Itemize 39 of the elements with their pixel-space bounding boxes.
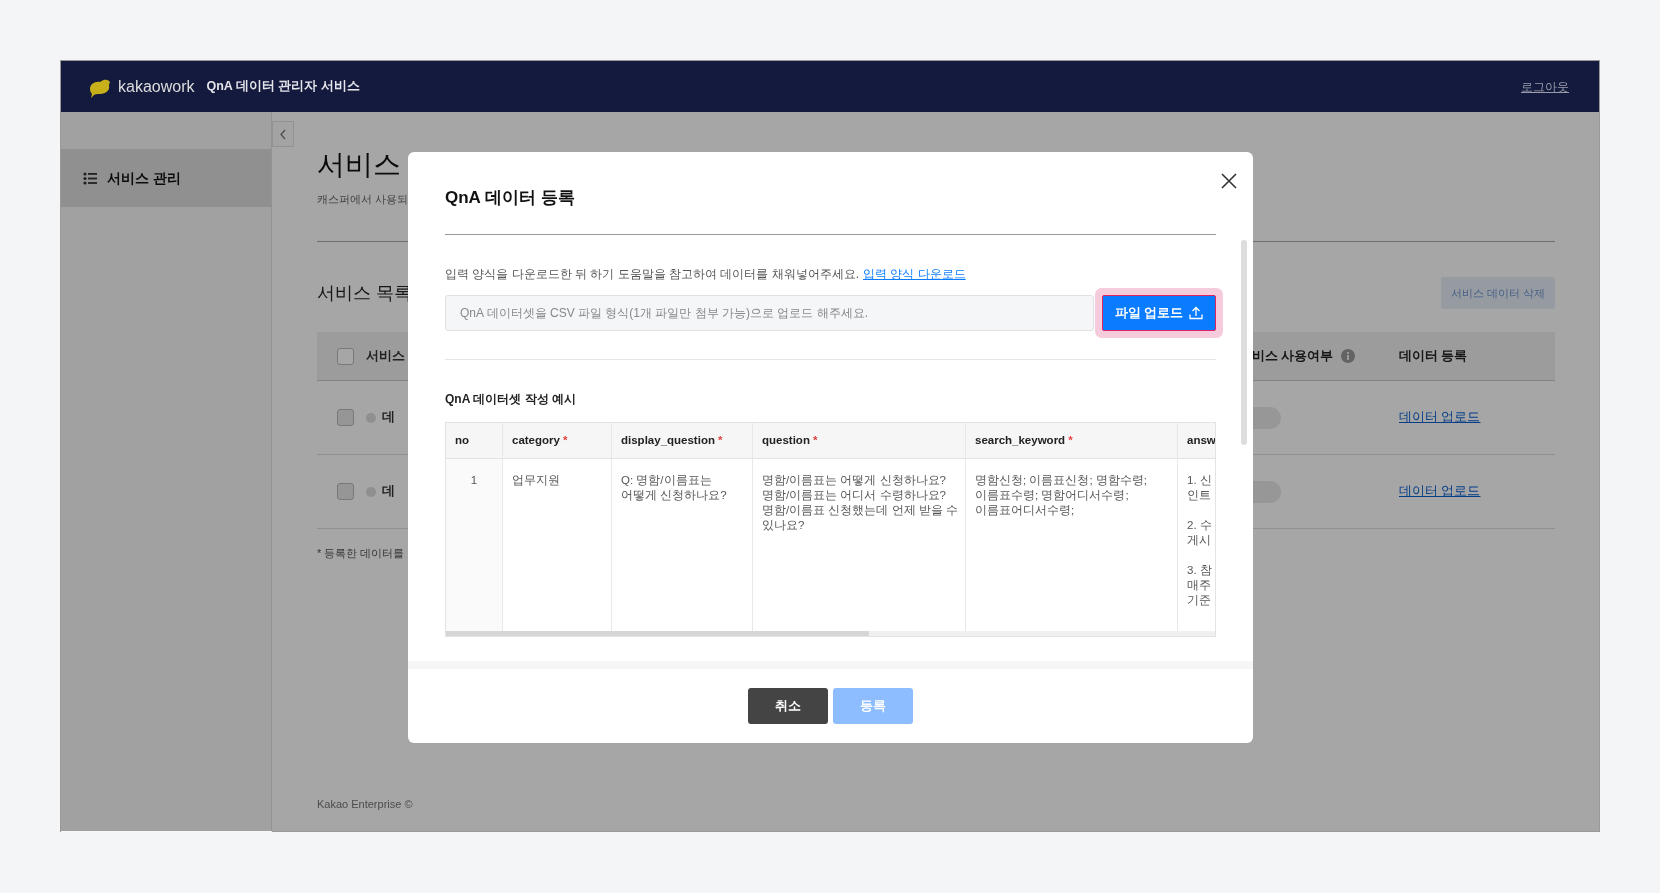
scrollbar[interactable]	[1241, 240, 1247, 445]
column-header: search_keyword *	[966, 423, 1178, 459]
cancel-button[interactable]: 취소	[748, 688, 828, 724]
column-header: 비스 사용여부	[1251, 347, 1334, 365]
checkbox[interactable]	[337, 483, 354, 501]
checkbox[interactable]	[337, 347, 354, 365]
checkbox[interactable]	[337, 409, 354, 427]
column-header: question *	[753, 423, 966, 459]
page-subtitle: 캐스퍼에서 사용되	[317, 192, 408, 207]
column-header: 데이터 등록	[1399, 348, 1468, 363]
file-field[interactable]: QnA 데이터셋을 CSV 파일 형식(1개 파일만 첨부 가능)으로 업로드 해주세요.	[445, 295, 1094, 331]
collapse-button[interactable]	[272, 121, 294, 147]
section-title: QnA 데이터셋 작성 예시	[445, 391, 577, 408]
sidebar-item[interactable]: 서비스 관리	[61, 149, 271, 207]
page-title: 서비스	[317, 148, 401, 182]
scrollbar[interactable]	[446, 631, 869, 636]
column-header: answ	[1178, 423, 1215, 459]
copyright-text: Kakao Enterprise ©	[317, 796, 413, 812]
logout-link[interactable]: 로그아웃	[1521, 77, 1569, 96]
download-link[interactable]: 입력 양식 다운로드	[863, 267, 966, 281]
column-header: 서비스	[366, 347, 405, 365]
modal-title: QnA 데이터 등록	[445, 187, 575, 210]
chevron-left-icon	[279, 128, 287, 140]
info-icon	[1341, 349, 1356, 364]
footnote: * 등록한 데이터를	[317, 546, 405, 562]
service-name: 데	[382, 409, 395, 427]
column-header: display_question *	[612, 423, 753, 459]
close-icon	[1221, 172, 1237, 189]
upload-link[interactable]: 데이터 업로드	[1399, 410, 1481, 425]
service-name: 데	[382, 483, 395, 501]
table-cell: 1	[446, 459, 503, 631]
upload-icon	[1189, 306, 1203, 320]
app-title: QnA 데이터 관리자 서비스	[206, 78, 360, 96]
column-header: category *	[503, 423, 612, 459]
upload-link[interactable]: 데이터 업로드	[1399, 484, 1481, 499]
instruction-text: 입력 양식을 다운로드한 뒤 하기 도움말을 참고하여 데이터를 채워넣어주세요. 입력 양식 다운로드	[445, 266, 967, 283]
column-header: no	[446, 423, 503, 459]
brand-name: kakaowork	[118, 76, 195, 97]
list-icon	[83, 170, 97, 186]
